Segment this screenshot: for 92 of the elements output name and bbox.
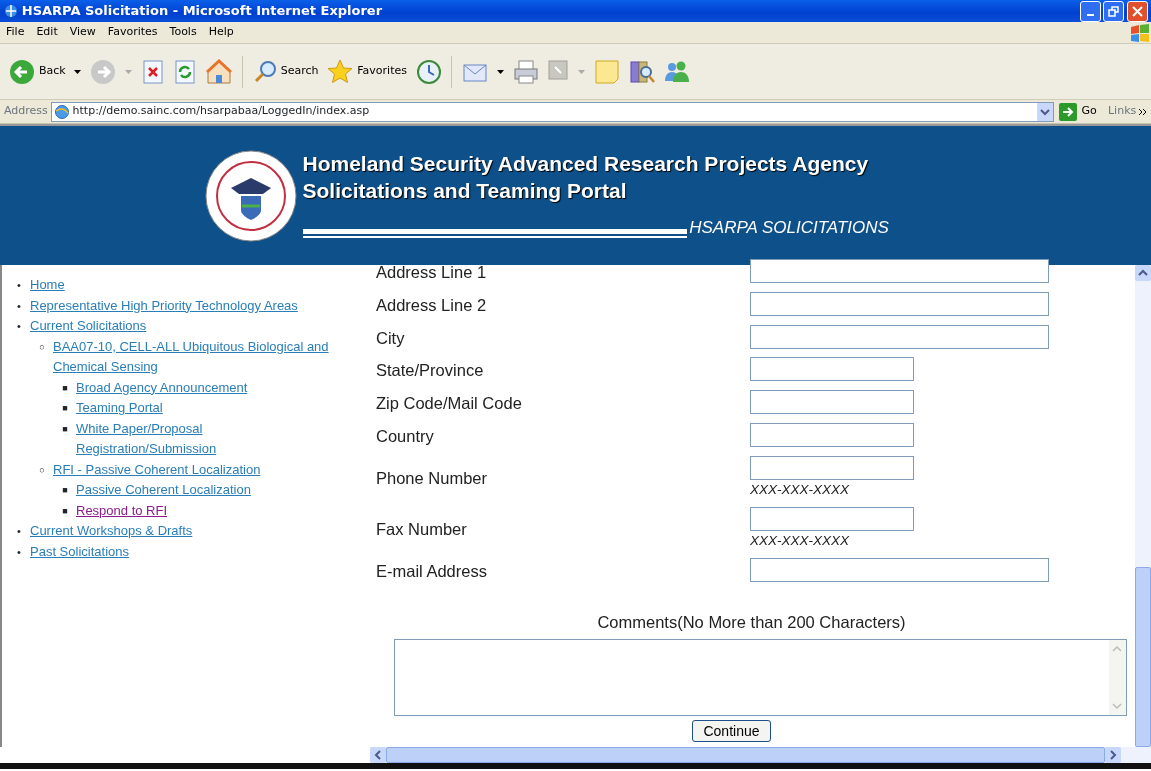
browser-icon bbox=[3, 3, 19, 19]
text-field[interactable] bbox=[750, 324, 1049, 349]
nav-link[interactable]: Respond to RFI bbox=[76, 500, 338, 521]
favorites-button[interactable]: Favorites bbox=[324, 58, 410, 85]
caret-icon bbox=[124, 69, 132, 74]
list-bullet: ■ bbox=[61, 484, 69, 497]
nav-link[interactable]: Teaming Portal bbox=[76, 398, 338, 419]
list-bullet: ■ bbox=[61, 504, 69, 518]
list-bullet: • bbox=[16, 319, 22, 334]
text-field[interactable] bbox=[750, 506, 914, 531]
links-label[interactable]: Links bbox=[1108, 103, 1137, 120]
minimize-button[interactable] bbox=[1079, 0, 1101, 22]
text-field[interactable] bbox=[750, 558, 1049, 582]
caret-icon bbox=[74, 69, 82, 74]
text-field[interactable] bbox=[750, 422, 914, 447]
field-label: Address Line 2 bbox=[375, 294, 488, 316]
chevron-icon[interactable] bbox=[1139, 107, 1147, 116]
caret-icon bbox=[578, 69, 586, 74]
nav-link[interactable]: Past Solicitations bbox=[30, 541, 338, 562]
list-bullet: ○ bbox=[38, 340, 46, 354]
stop-page-icon bbox=[140, 58, 165, 85]
menu-item[interactable]: Edit bbox=[30, 24, 64, 41]
field-label: E-mail Address bbox=[375, 561, 488, 582]
text-field[interactable] bbox=[750, 357, 914, 382]
field-label: Country bbox=[375, 425, 435, 447]
go-button[interactable]: Go bbox=[1056, 102, 1100, 121]
textarea-scrollbar-icon bbox=[1109, 639, 1126, 715]
vertical-scrollbar[interactable] bbox=[1135, 265, 1151, 747]
page-globe-icon bbox=[53, 103, 70, 120]
field-label: Zip Code/Mail Code bbox=[375, 393, 523, 414]
magnifier-icon bbox=[252, 58, 277, 85]
nav-link[interactable]: Broad Agency Announcement bbox=[76, 377, 338, 398]
nav-link[interactable]: Current Solicitations bbox=[30, 316, 338, 337]
caret-icon bbox=[496, 69, 504, 74]
site-subtitle: Solicitations and Teaming Portal bbox=[302, 178, 628, 205]
search-button[interactable]: Search bbox=[249, 58, 322, 85]
field-label: Address Line 1 bbox=[375, 262, 488, 283]
nav-link[interactable]: Representative High Priority Technology Areas bbox=[30, 295, 338, 316]
history-clock-icon bbox=[415, 58, 442, 85]
site-title: Homeland Security Advanced Research Projects Agency bbox=[302, 151, 870, 178]
list-bullet: ○ bbox=[38, 463, 46, 477]
list-bullet: ■ bbox=[61, 381, 69, 395]
list-bullet: • bbox=[16, 278, 22, 293]
menu-item[interactable]: Favorites bbox=[101, 24, 164, 41]
list-bullet: ■ bbox=[61, 402, 69, 415]
address-field[interactable]: http://demo.sainc.com/hsarpabaa/LoggedIn/index.asp bbox=[50, 101, 1054, 122]
book-magnifier-icon bbox=[628, 58, 655, 85]
format-hint: XXX-XXX-XXXX bbox=[750, 480, 851, 499]
nav-link[interactable]: Current Workshops & Drafts bbox=[30, 521, 338, 542]
nav-link[interactable]: BAA07-10, CELL-ALL Ubiquitous Biological and Chemical Sensing bbox=[53, 336, 338, 378]
comments-label: Comments(No More than 200 Characters) bbox=[596, 611, 907, 633]
horizontal-scrollbar[interactable] bbox=[370, 747, 1151, 763]
text-field[interactable] bbox=[750, 259, 1049, 283]
list-bullet: • bbox=[16, 524, 22, 539]
nav-link[interactable]: RFI - Passive Coherent Localization bbox=[53, 459, 338, 480]
seal-emblem-icon bbox=[205, 149, 297, 242]
menu-item[interactable]: Tools bbox=[163, 24, 203, 41]
nav-link[interactable]: Passive Coherent Localization bbox=[76, 480, 338, 501]
windows-flag-icon bbox=[1129, 22, 1151, 43]
back-button[interactable]: Back bbox=[6, 58, 69, 85]
continue-button[interactable]: Continue bbox=[692, 719, 771, 742]
field-label: City bbox=[375, 327, 406, 349]
close-button[interactable] bbox=[1127, 0, 1148, 22]
restore-icon bbox=[1108, 5, 1120, 17]
printer-icon bbox=[512, 58, 539, 85]
star-icon bbox=[327, 58, 354, 85]
text-field[interactable] bbox=[750, 390, 914, 414]
close-icon bbox=[1132, 5, 1143, 17]
text-field[interactable] bbox=[750, 291, 1049, 316]
address-label: Address bbox=[4, 103, 48, 120]
comments-field[interactable] bbox=[394, 638, 1127, 716]
nav-link[interactable]: White Paper/Proposal Registration/Submission bbox=[76, 418, 338, 460]
list-bullet: • bbox=[16, 298, 22, 314]
refresh-page-icon bbox=[173, 58, 198, 85]
menu-item[interactable]: View bbox=[63, 24, 102, 41]
menu-item[interactable]: Help bbox=[202, 24, 240, 41]
site-tagline: HSARPA SOLICITATIONS bbox=[689, 217, 889, 240]
sticky-note-icon bbox=[593, 58, 620, 85]
nav-link[interactable]: Home bbox=[30, 275, 338, 296]
dropdown-caret-icon bbox=[1036, 102, 1053, 121]
field-label: Phone Number bbox=[375, 467, 488, 489]
field-label: State/Province bbox=[375, 360, 485, 382]
field-label: Fax Number bbox=[375, 518, 468, 540]
minimize-icon bbox=[1086, 13, 1094, 16]
window-title: HSARPA Solicitation - Microsoft Internet Explorer bbox=[21, 2, 384, 21]
list-bullet: • bbox=[16, 544, 22, 560]
text-field[interactable] bbox=[750, 455, 914, 480]
list-bullet: ■ bbox=[61, 422, 69, 436]
restore-button[interactable] bbox=[1103, 0, 1125, 22]
format-hint: XXX-XXX-XXXX bbox=[750, 531, 851, 550]
menu-item[interactable]: File bbox=[0, 24, 31, 41]
house-icon bbox=[206, 58, 233, 85]
